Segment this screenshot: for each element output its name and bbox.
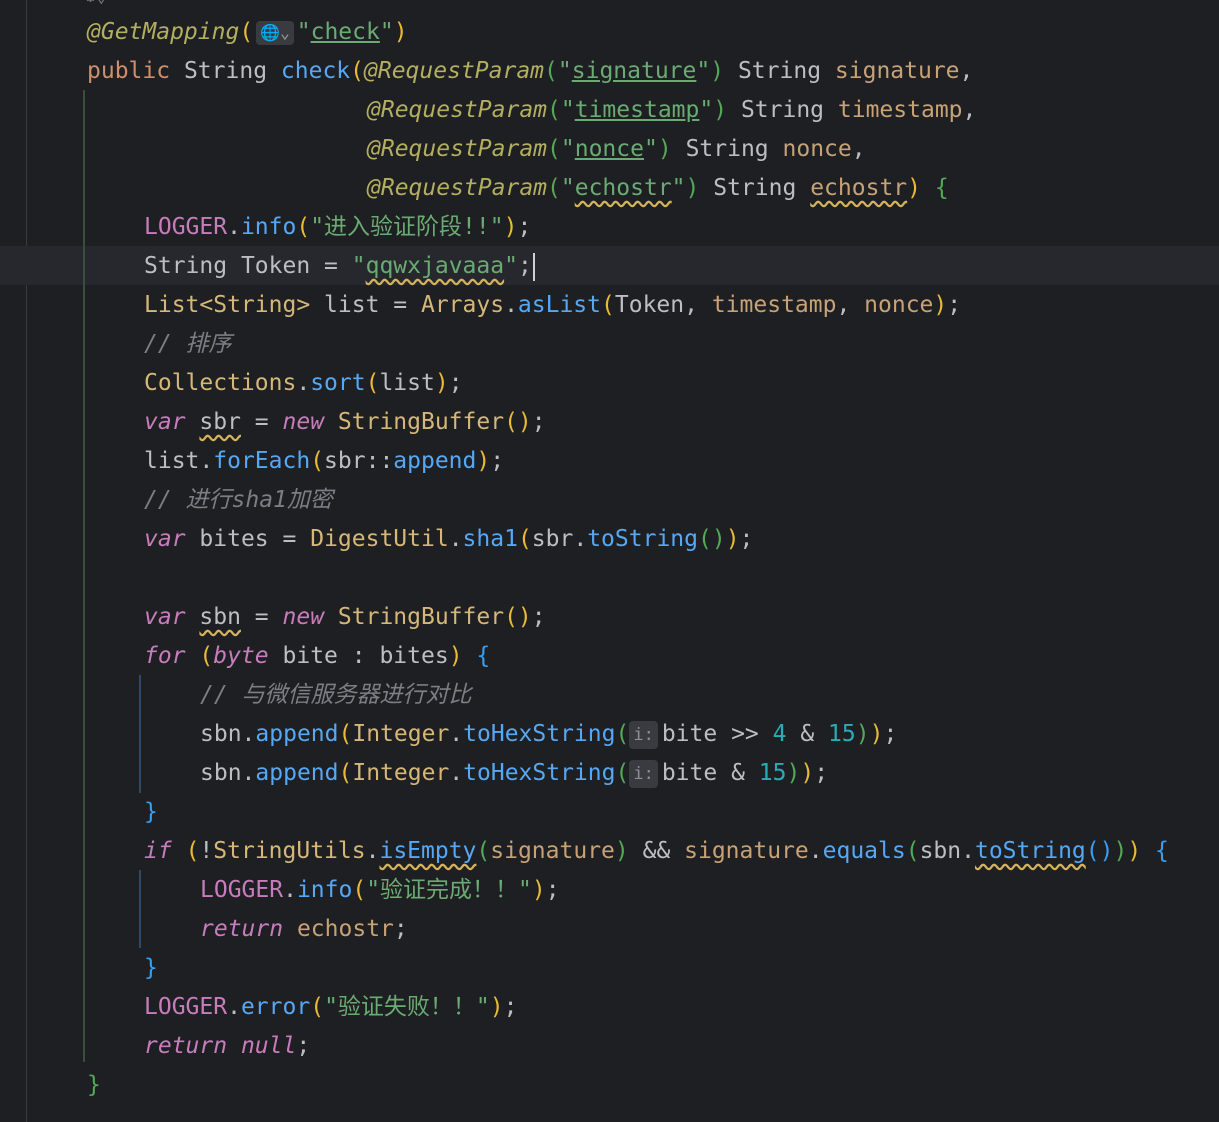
param-literal-timestamp[interactable]: timestamp: [575, 97, 700, 123]
code-line-token[interactable]: String Token = "qqwxjavaaa";: [144, 247, 535, 286]
code-line-log-enter[interactable]: LOGGER.info("进入验证阶段!!");: [144, 208, 531, 247]
code-line-sbn[interactable]: var sbn = new StringBuffer();: [144, 598, 546, 637]
indent-guide: [83, 90, 85, 1062]
code-line-bites[interactable]: var bites = DigestUtil.sha1(sbr.toString…: [144, 520, 753, 559]
code-line-annotation[interactable]: @GetMapping(🌐⌄ "check"): [87, 13, 408, 52]
code-editor[interactable]: ⚙⌄ @GetMapping(🌐⌄"check") public String …: [0, 0, 1219, 1122]
code-line-param-timestamp[interactable]: @RequestParam("timestamp") String timest…: [367, 91, 976, 130]
indent-guide-for-block: [139, 675, 141, 793]
method-name[interactable]: check: [281, 58, 350, 84]
code-line-close-if[interactable]: }: [144, 949, 158, 988]
code-line-if[interactable]: if (!StringUtils.isEmpty(signature) && s…: [144, 832, 1169, 871]
param-literal-nonce[interactable]: nonce: [575, 136, 644, 162]
code-line-comment-compare[interactable]: // 与微信服务器进行对比: [200, 676, 472, 715]
code-line-param-nonce[interactable]: @RequestParam("nonce") String nonce,: [367, 130, 866, 169]
text-caret: [532, 252, 535, 281]
mapping-path-link[interactable]: check: [311, 19, 380, 45]
code-line-method-signature[interactable]: public String check(@RequestParam("signa…: [87, 52, 973, 91]
code-line-for[interactable]: for (byte bite : bites) {: [144, 637, 490, 676]
code-line-list[interactable]: List<String> list = Arrays.asList(Token,…: [144, 286, 961, 325]
code-line-return-null[interactable]: return null;: [144, 1027, 310, 1066]
code-line-close-for[interactable]: }: [144, 793, 158, 832]
code-line-sort[interactable]: Collections.sort(list);: [144, 364, 463, 403]
code-line-foreach[interactable]: list.forEach(sbr::append);: [144, 442, 504, 481]
code-line-comment-sha1[interactable]: // 进行sha1加密: [144, 481, 333, 520]
code-line-append-high[interactable]: sbn.append(Integer.toHexString(i: bite >>…: [200, 715, 897, 754]
annotation-get-mapping: @GetMapping: [87, 19, 240, 45]
code-line-param-echostr[interactable]: @RequestParam("echostr") String echostr)…: [367, 169, 949, 208]
parameter-inlay-hint: i:: [629, 759, 658, 788]
code-line-log-error[interactable]: LOGGER.error("验证失败！！");: [144, 988, 517, 1027]
code-line-sbr[interactable]: var sbr = new StringBuffer();: [144, 403, 546, 442]
code-line-append-low[interactable]: sbn.append(Integer.toHexString(i: bite & …: [200, 754, 828, 793]
param-literal-signature[interactable]: signature: [572, 58, 697, 84]
code-line-comment-sort[interactable]: // 排序: [144, 325, 232, 364]
code-line-log-success[interactable]: LOGGER.info("验证完成！！");: [200, 871, 560, 910]
code-line-return-echostr[interactable]: return echostr;: [200, 910, 408, 949]
token-value: qqwxjavaaa: [365, 253, 505, 279]
gutter-bean-icon[interactable]: ⚙⌄: [85, 0, 107, 7]
gutter-divider: [26, 0, 27, 1122]
parameter-inlay-hint: i:: [629, 720, 658, 749]
code-line-close-method[interactable]: }: [87, 1066, 101, 1105]
indent-guide-if-block: [139, 870, 141, 948]
globe-icon[interactable]: 🌐⌄: [256, 20, 294, 45]
param-literal-echostr[interactable]: echostr: [575, 175, 672, 201]
